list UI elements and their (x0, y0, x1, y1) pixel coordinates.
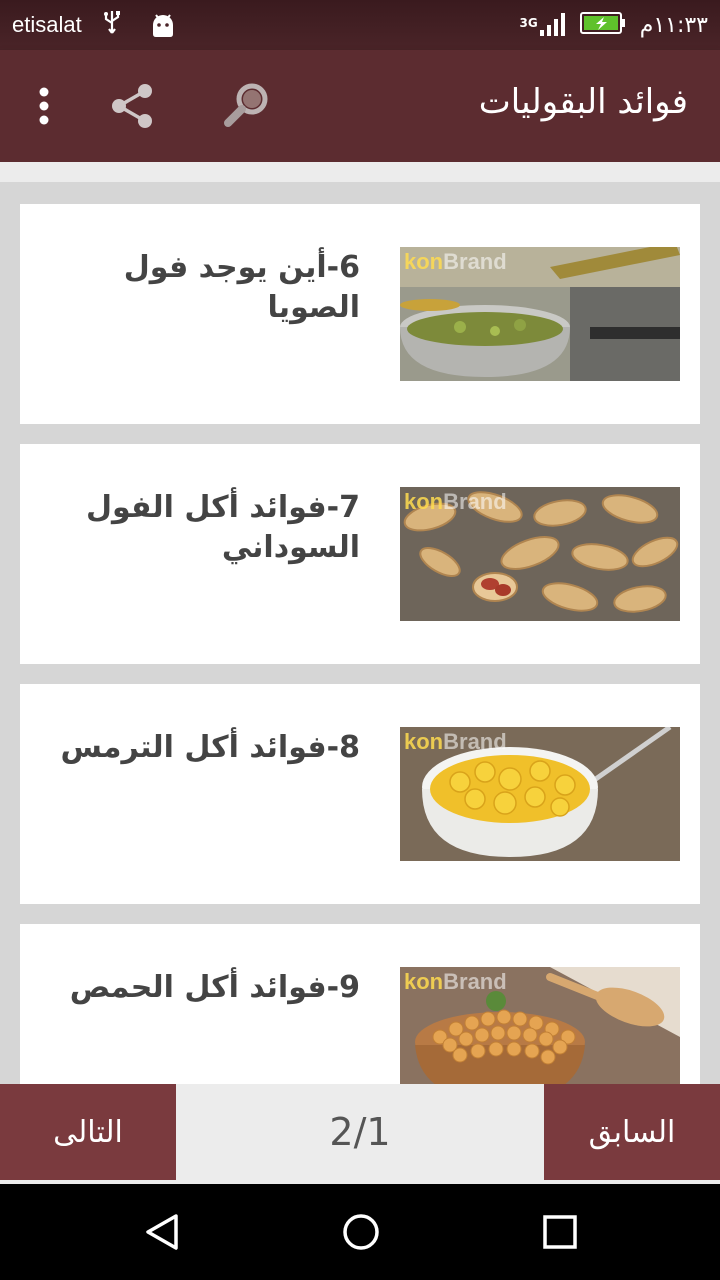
article-list: konBrand 6-أين يوجد فول الصويا konBrand … (0, 182, 720, 1084)
status-bar: etisalat 3G ١١:٣٣م (0, 0, 720, 50)
signal-icon: 3G (519, 12, 565, 38)
app-bar: فوائد البقوليات (0, 50, 720, 162)
screen: etisalat 3G ١١:٣٣م فوائد البقوليات konBr… (0, 0, 720, 1280)
network-type: 3G (519, 16, 538, 30)
watermark: konBrand (404, 249, 507, 274)
clock: ١١:٣٣م (639, 12, 708, 38)
item-title: 9-فوائد أكل الحمص (69, 970, 360, 1005)
overflow-menu-icon[interactable] (16, 78, 72, 134)
watermark: konBrand (404, 969, 507, 994)
home-icon[interactable] (341, 1212, 381, 1252)
item-thumbnail: konBrand (400, 247, 680, 381)
list-item[interactable]: konBrand 9-فوائد أكل الحمص (20, 924, 700, 1084)
page-indicator: 2/1 (329, 1110, 391, 1154)
list-item[interactable]: konBrand 6-أين يوجد فول الصويا (20, 204, 700, 424)
list-top-divider (0, 162, 720, 182)
share-icon[interactable] (104, 78, 160, 134)
next-button[interactable]: التالى (0, 1084, 176, 1180)
pager-bar: التالى 2/1 السابق (0, 1084, 720, 1184)
watermark: konBrand (404, 729, 507, 754)
android-debug-icon (150, 12, 174, 38)
recents-icon[interactable] (540, 1212, 580, 1252)
back-icon[interactable] (142, 1212, 182, 1252)
item-title: 6-أين يوجد فول الصويا (123, 250, 360, 325)
search-icon[interactable] (220, 78, 276, 134)
item-thumbnail: konBrand (400, 487, 680, 621)
item-thumbnail: konBrand (400, 727, 680, 861)
list-item[interactable]: konBrand 8-فوائد أكل الترمس (20, 684, 700, 904)
item-title: 7-فوائد أكل الفول السوداني (85, 490, 360, 565)
page-title: فوائد البقوليات (478, 82, 688, 122)
previous-button[interactable]: السابق (544, 1084, 720, 1180)
item-thumbnail: konBrand (400, 967, 680, 1084)
list-item[interactable]: konBrand 7-فوائد أكل الفول السوداني (20, 444, 700, 664)
item-title: 8-فوائد أكل الترمس (60, 730, 361, 765)
system-nav-bar (0, 1184, 720, 1280)
battery-charging-icon (579, 10, 626, 40)
carrier-name: etisalat (12, 12, 82, 37)
watermark: konBrand (404, 489, 507, 514)
usb-icon (102, 9, 122, 41)
